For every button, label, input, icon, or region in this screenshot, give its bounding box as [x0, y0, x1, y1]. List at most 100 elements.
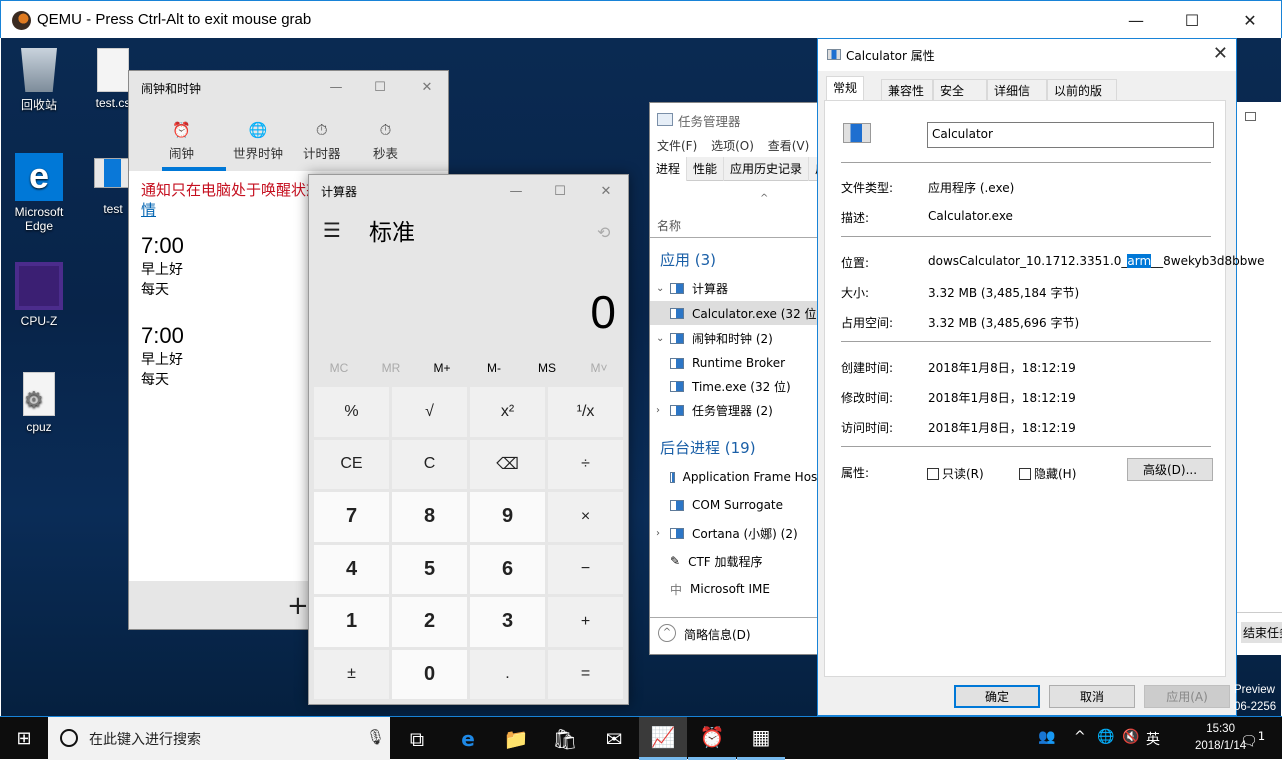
mail-icon[interactable]: ✉: [590, 717, 638, 760]
show-hidden-icons-chevron-up-icon[interactable]: ^: [1074, 729, 1086, 745]
tab-general[interactable]: 常规: [826, 76, 865, 101]
key-subtract-button[interactable]: −: [548, 544, 623, 594]
process-row[interactable]: ⌄ 闹钟和时钟 (2): [650, 326, 820, 350]
qemu-minimize-button[interactable]: —: [1113, 1, 1159, 39]
qemu-maximize-button[interactable]: ☐: [1169, 1, 1215, 39]
system-clock[interactable]: 15:30 2018/1/14: [1195, 721, 1246, 755]
key-four-button[interactable]: 4: [314, 544, 389, 594]
chevron-up-circle-icon[interactable]: ^: [658, 624, 676, 642]
microphone-icon[interactable]: 🎙: [366, 728, 385, 746]
network-icon[interactable]: 🌐: [1097, 729, 1114, 745]
file-name-field[interactable]: Calculator: [927, 122, 1214, 148]
key-clear-button[interactable]: C: [392, 439, 467, 489]
key-multiply-button[interactable]: ×: [548, 492, 623, 542]
process-row[interactable]: Runtime Broker: [650, 351, 820, 375]
key-reciprocal-button[interactable]: ¹/x: [548, 387, 623, 437]
key-three-button[interactable]: 3: [470, 597, 545, 647]
menu-view[interactable]: 查看(V): [768, 139, 810, 153]
hamburger-menu-icon[interactable]: ☰: [323, 218, 341, 242]
process-row[interactable]: ⌄ 计算器: [650, 276, 820, 300]
menu-file[interactable]: 文件(F): [657, 139, 697, 153]
key-decimal-button[interactable]: .: [470, 649, 545, 699]
process-row[interactable]: Application Frame Host: [650, 465, 820, 489]
desktop-icon-cpu-z[interactable]: CPU-Z: [1, 262, 77, 328]
process-row[interactable]: Calculator.exe (32 位): [650, 301, 820, 325]
history-icon[interactable]: ⟲: [597, 223, 610, 242]
advanced-button[interactable]: 高级(D)...: [1127, 458, 1213, 481]
people-icon[interactable]: 👥: [1038, 729, 1055, 745]
tab-security[interactable]: 安全: [933, 79, 987, 100]
tab-alarm[interactable]: ⏰ 闹钟: [169, 121, 194, 162]
process-row[interactable]: COM Surrogate: [650, 493, 820, 517]
cancel-button[interactable]: 取消: [1049, 685, 1135, 708]
task-view-icon[interactable]: ⧉: [393, 717, 441, 760]
process-row[interactable]: 中 Microsoft IME: [650, 577, 820, 601]
key-square-button[interactable]: x²: [470, 387, 545, 437]
desktop-icon-cpuz[interactable]: ⚙ cpuz: [1, 372, 77, 434]
chevron-right-icon[interactable]: ›: [656, 528, 670, 539]
key-zero-button[interactable]: 0: [392, 649, 467, 699]
process-row[interactable]: Time.exe (32 位): [650, 374, 820, 398]
key-divide-button[interactable]: ÷: [548, 439, 623, 489]
tab-world-clock[interactable]: 🌐 世界时钟: [233, 121, 283, 162]
ok-button[interactable]: 确定: [954, 685, 1040, 708]
location-value[interactable]: dowsCalculator_10.1712.3351.0_arm__8weky…: [928, 254, 1265, 268]
memory-clear-button[interactable]: MC: [313, 361, 365, 375]
key-negate-button[interactable]: ±: [314, 649, 389, 699]
desktop-icon-recycle-bin[interactable]: 回收站: [1, 48, 77, 113]
volume-muted-icon[interactable]: 🔇: [1122, 729, 1139, 745]
task-manager-taskbar-icon[interactable]: 📈: [639, 717, 687, 760]
tab-details[interactable]: 详细信息: [987, 79, 1047, 115]
alarm-item[interactable]: 7:00 早上好 每天: [141, 233, 184, 299]
maximize-button[interactable]: [1245, 112, 1256, 121]
edge-taskbar-icon[interactable]: e: [444, 717, 492, 760]
key-one-button[interactable]: 1: [314, 597, 389, 647]
key-five-button[interactable]: 5: [392, 544, 467, 594]
alarm-item[interactable]: 7:00 早上好 每天: [141, 323, 184, 389]
chevron-down-icon[interactable]: ⌄: [656, 283, 670, 294]
memory-add-button[interactable]: M+: [416, 361, 468, 375]
menu-options[interactable]: 选项(O): [711, 139, 754, 153]
calculator-taskbar-icon[interactable]: ▦: [737, 717, 785, 760]
memory-store-button[interactable]: MS: [521, 361, 573, 375]
tab-performance[interactable]: 性能: [687, 157, 725, 181]
alarms-close-button[interactable]: ✕: [404, 71, 448, 103]
tab-timer[interactable]: ⏱ 计时器: [303, 121, 341, 162]
process-row[interactable]: › Cortana (小娜) (2): [650, 521, 820, 545]
fewer-details-button[interactable]: 简略信息(D): [684, 626, 751, 643]
tab-compatibility[interactable]: 兼容性: [881, 79, 933, 100]
key-sqrt-button[interactable]: √: [392, 387, 467, 437]
chevron-down-icon[interactable]: ⌄: [656, 333, 670, 344]
column-name[interactable]: 名称: [657, 217, 681, 234]
key-clear-entry-button[interactable]: CE: [314, 439, 389, 489]
calc-maximize-button[interactable]: ☐: [537, 175, 583, 207]
tab-processes[interactable]: 进程: [650, 157, 688, 181]
desktop-icon-edge[interactable]: e Microsoft Edge: [1, 153, 77, 233]
hidden-checkbox[interactable]: 隐藏(H): [1019, 465, 1076, 482]
alarms-minimize-button[interactable]: —: [313, 71, 359, 103]
key-seven-button[interactable]: 7: [314, 492, 389, 542]
tab-app-history[interactable]: 应用历史记录: [724, 157, 810, 181]
tab-stopwatch[interactable]: ⏱ 秒表: [373, 121, 398, 162]
apply-button[interactable]: 应用(A): [1144, 685, 1230, 708]
key-percent-button[interactable]: %: [314, 387, 389, 437]
file-explorer-icon[interactable]: 📁: [492, 717, 540, 760]
chevron-right-icon[interactable]: ›: [656, 405, 670, 416]
start-button[interactable]: ⊞: [0, 717, 48, 760]
process-row[interactable]: › 任务管理器 (2): [650, 398, 820, 422]
memory-list-button[interactable]: M˅: [573, 361, 625, 375]
action-center-icon[interactable]: 🗨1: [1240, 729, 1265, 750]
search-box[interactable]: 在此键入进行搜索 🎙: [48, 717, 390, 760]
calc-close-button[interactable]: ✕: [583, 175, 629, 207]
input-method-indicator[interactable]: 英: [1146, 729, 1160, 749]
close-button[interactable]: ✕: [1213, 43, 1228, 64]
memory-subtract-button[interactable]: M-: [468, 361, 520, 375]
alarms-maximize-button[interactable]: ☐: [357, 71, 403, 103]
add-alarm-button[interactable]: +: [287, 591, 309, 621]
key-add-button[interactable]: +: [548, 597, 623, 647]
calc-minimize-button[interactable]: —: [493, 175, 539, 207]
key-nine-button[interactable]: 9: [470, 492, 545, 542]
key-equals-button[interactable]: =: [548, 649, 623, 699]
store-icon[interactable]: 🛍: [541, 717, 589, 760]
memory-recall-button[interactable]: MR: [365, 361, 417, 375]
